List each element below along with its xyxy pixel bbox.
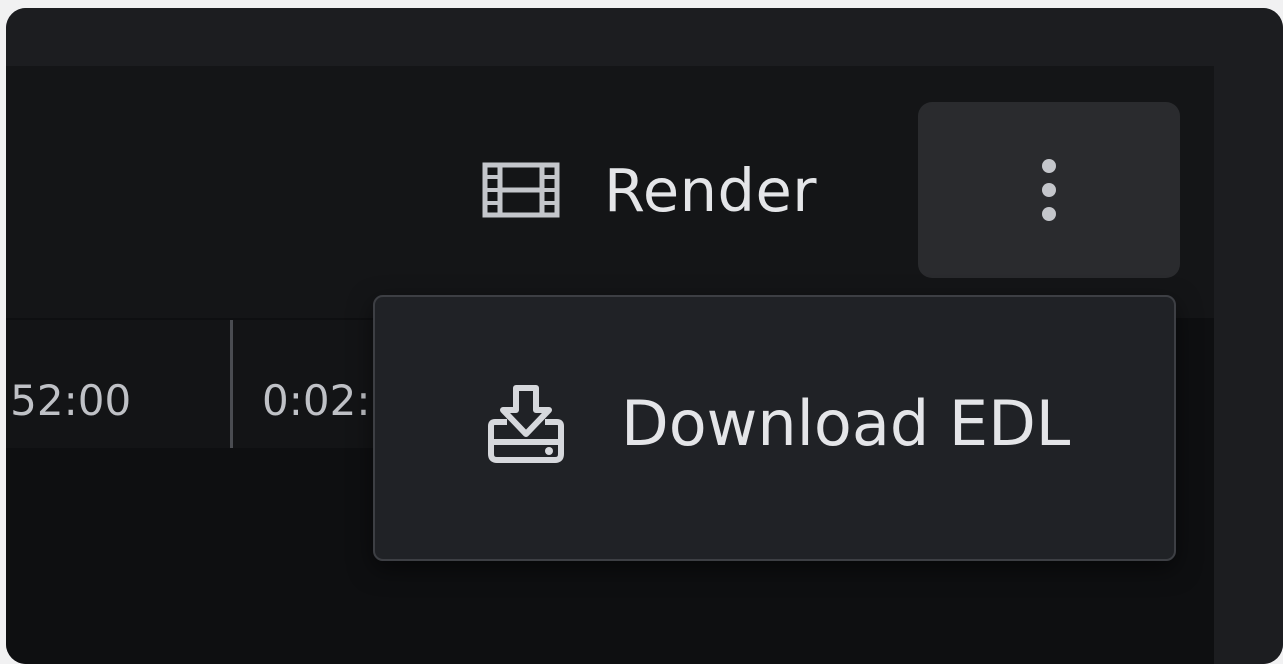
more-options-menu: Download EDL — [373, 295, 1176, 561]
more-vertical-icon — [1042, 159, 1056, 221]
menu-item-download-edl[interactable]: Download EDL — [375, 357, 1174, 491]
timecode-cell: 0:02:( — [262, 380, 382, 422]
download-tray-icon — [483, 384, 569, 464]
menu-item-label: Download EDL — [621, 387, 1071, 460]
more-options-button[interactable] — [918, 102, 1180, 278]
timecode-row: :52:00 0:02:( — [6, 320, 406, 448]
timecode-cell: :52:00 — [6, 376, 132, 425]
right-gutter — [1214, 8, 1283, 664]
title-strip — [6, 8, 1214, 66]
render-label: Render — [604, 155, 818, 225]
editor-window: :52:00 0:02:( Render Download EDL — [6, 8, 1283, 664]
film-icon — [482, 162, 560, 218]
render-button[interactable]: Render — [472, 140, 852, 240]
timecode-divider — [230, 320, 233, 448]
